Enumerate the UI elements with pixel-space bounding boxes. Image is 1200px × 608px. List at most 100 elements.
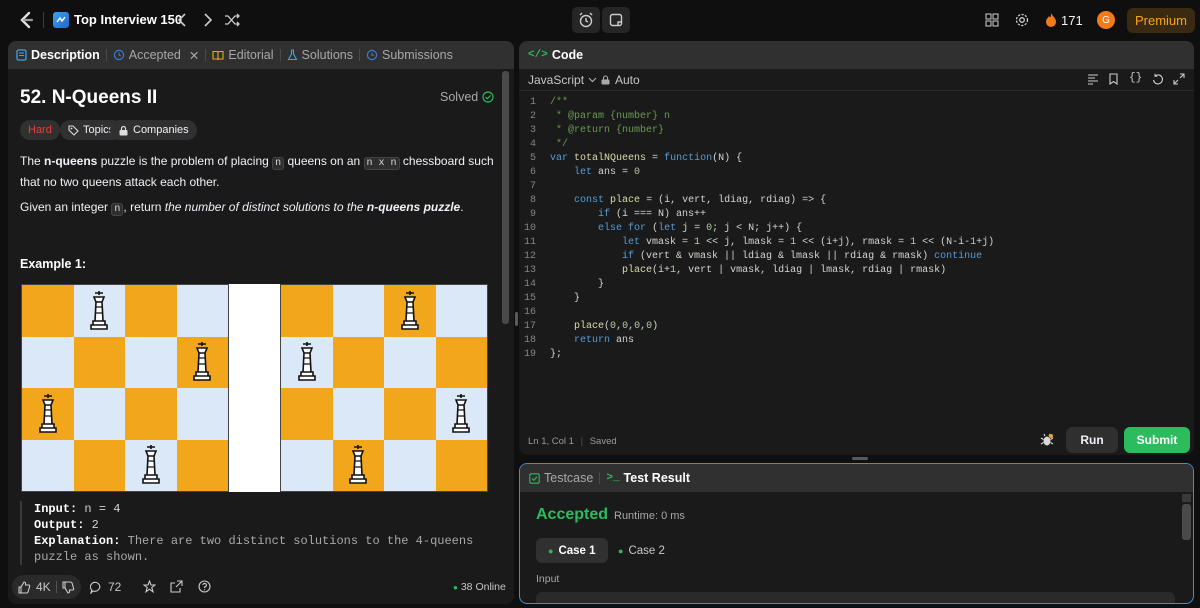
board-square	[384, 439, 436, 491]
code-line: 1/**	[529, 96, 569, 108]
vote-group: 4K	[12, 575, 81, 599]
example-block: Input: n = 4 Output: 2 Explanation: Ther…	[20, 501, 500, 565]
problem-title[interactable]: 52. N-Queens II	[20, 87, 157, 109]
desc-text: puzzle is the problem of placing	[97, 154, 273, 168]
star-icon[interactable]	[142, 579, 157, 596]
description-tabs: Description Accepted ✕ Editorial Solutio…	[8, 41, 514, 69]
result-scrollbar[interactable]	[1182, 494, 1191, 554]
board-square	[332, 439, 384, 491]
difficulty-badge[interactable]: Hard	[20, 120, 60, 140]
board-square	[125, 336, 177, 388]
tab-editorial[interactable]: Editorial	[206, 41, 279, 69]
reset-icon[interactable]	[1152, 73, 1164, 88]
description-scrollbar[interactable]	[502, 71, 509, 561]
pass-dot-icon: ●	[618, 545, 624, 556]
tab-solutions-label: Solutions	[301, 48, 353, 62]
board-square	[176, 336, 228, 388]
flask-icon	[287, 49, 297, 61]
settings-gear-icon[interactable]	[1013, 11, 1031, 29]
alarm-clock-icon	[579, 12, 593, 28]
board-square	[125, 285, 177, 337]
notes-button[interactable]	[602, 7, 630, 33]
online-count: ● 38 Online	[453, 581, 506, 593]
tab-submissions[interactable]: Submissions	[360, 41, 459, 69]
submit-button[interactable]: Submit	[1124, 427, 1190, 453]
desc-bold-italic: n-queens puzzle	[366, 200, 461, 214]
braces-icon[interactable]: {}	[1129, 72, 1142, 84]
format-icon[interactable]	[1087, 73, 1099, 88]
panel-resize-handle[interactable]	[515, 312, 518, 326]
debugger-icon[interactable]	[1039, 432, 1055, 453]
tab-submissions-label: Submissions	[381, 48, 453, 62]
companies-label: Companies	[133, 124, 189, 136]
code-line: 4 */	[529, 138, 569, 150]
next-problem-icon[interactable]	[198, 10, 218, 30]
tab-testcase[interactable]: Testcase	[520, 464, 599, 492]
code-icon: </>	[528, 49, 548, 61]
problem-description-2: Given an integer n, return the number of…	[20, 198, 500, 219]
save-status: Saved	[589, 436, 617, 447]
online-label: 38 Online	[460, 581, 506, 593]
tab-description[interactable]: Description	[8, 41, 106, 69]
flame-icon	[1046, 13, 1056, 27]
code-line: 2 * @param {number} n	[529, 110, 671, 122]
mode-indicator[interactable]: Auto	[601, 73, 640, 87]
prev-problem-icon[interactable]	[172, 10, 192, 30]
code-panel-header: </> Code	[519, 41, 1194, 69]
streak-count: 171	[1061, 12, 1083, 28]
queen-icon	[349, 445, 368, 485]
code-line: 13 place(i+1, vert | vmask, ldiag | lmas…	[523, 264, 947, 276]
share-icon[interactable]	[170, 580, 183, 596]
example-input: Input: n = 4	[34, 501, 500, 517]
chessboard-solution-2	[280, 284, 488, 492]
document-icon	[16, 49, 27, 61]
run-button[interactable]: Run	[1066, 427, 1118, 453]
tab-solutions[interactable]: Solutions	[281, 41, 359, 69]
example-explanation: Explanation: There are two distinct solu…	[34, 533, 500, 565]
code-title: Code	[551, 48, 584, 62]
tab-code[interactable]: </> Code	[519, 41, 589, 69]
comments-button[interactable]: 72	[90, 580, 121, 594]
board-square	[281, 336, 333, 388]
companies-chip[interactable]: Companies	[110, 120, 197, 140]
result-tabs: Testcase >_ Test Result	[520, 464, 1193, 492]
editor-toolbar: JavaScript Auto {}	[519, 69, 1194, 91]
language-select[interactable]: JavaScript	[528, 73, 597, 87]
board-square	[435, 388, 487, 440]
board-square	[73, 285, 125, 337]
case-1-tab[interactable]: ● Case 1	[536, 538, 608, 563]
help-icon[interactable]	[198, 580, 211, 596]
bookmark-icon[interactable]	[1108, 73, 1119, 88]
panel-resize-handle[interactable]	[852, 457, 868, 460]
code-line: 14 }	[523, 278, 605, 290]
code-line: 8 const place = (i, vert, ldiag, rdiag) …	[529, 194, 827, 206]
input-value: n = 4	[77, 502, 121, 516]
code-line: 19};	[523, 348, 563, 360]
avatar[interactable]: G	[1097, 11, 1115, 29]
code-line: 5 var totalNQueens = function(N) {	[529, 152, 743, 164]
premium-button[interactable]: Premium	[1127, 8, 1195, 33]
top-bar: Top Interview 150 171 G Premium	[0, 0, 1200, 40]
alarm-clock-button[interactable]	[572, 7, 600, 33]
output-label: Output:	[34, 518, 85, 532]
runtime: Runtime: 0 ms	[614, 510, 685, 522]
leetcode-logo-icon[interactable]	[16, 10, 36, 30]
online-dot-icon: ●	[453, 582, 458, 592]
list-icon[interactable]	[53, 12, 69, 28]
code-line: 12 if (vert & vmask || ldiag & lmask || …	[523, 250, 983, 262]
layout-grid-icon[interactable]	[983, 11, 1001, 29]
likes-count[interactable]: 4K	[36, 580, 51, 594]
tab-test-result[interactable]: >_ Test Result	[600, 464, 696, 492]
streak-counter[interactable]: 171	[1045, 12, 1083, 28]
tab-accepted[interactable]: Accepted ✕	[107, 41, 206, 69]
language-value: JavaScript	[528, 72, 585, 87]
tag-icon	[68, 124, 79, 136]
description-panel: Description Accepted ✕ Editorial Solutio…	[8, 41, 514, 604]
expand-icon[interactable]	[1173, 73, 1185, 88]
shuffle-icon[interactable]	[222, 10, 242, 30]
case-2-tab[interactable]: ● Case 2	[606, 538, 677, 563]
problem-list-title[interactable]: Top Interview 150	[74, 12, 182, 27]
input-label: Input:	[34, 502, 78, 516]
close-tab-icon[interactable]: ✕	[189, 48, 199, 63]
code-editor[interactable]: 1/** 2 * @param {number} n 3 * @return {…	[519, 95, 1194, 375]
